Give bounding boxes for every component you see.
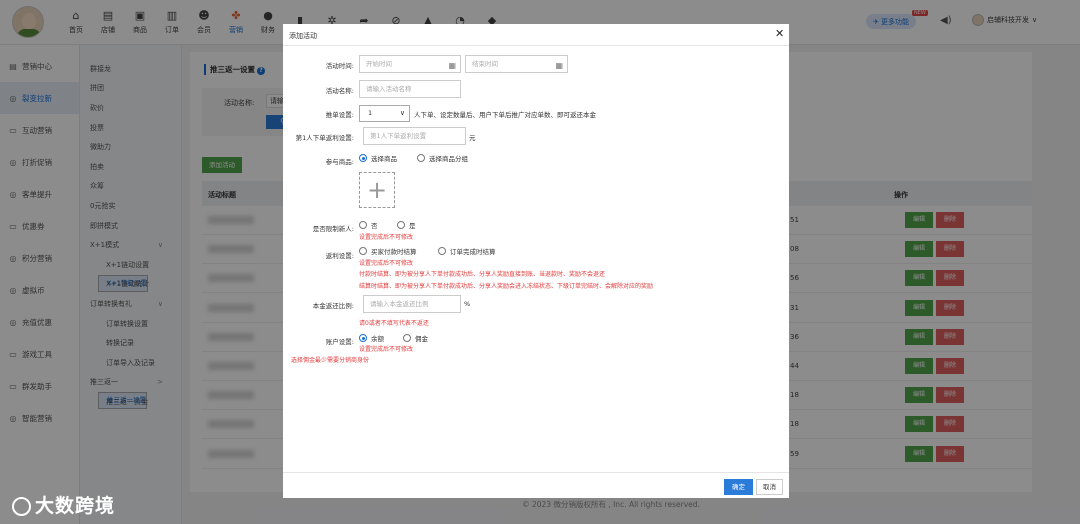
rebate-input[interactable]: 第1人下单返利设置 xyxy=(363,127,466,145)
settle-opt1-label: 买家付款时结算 xyxy=(371,248,417,256)
radio-off-icon xyxy=(438,247,446,255)
settle-label: 返利设置: xyxy=(325,252,354,260)
settle-pay-radio[interactable]: 买家付款时结算 xyxy=(359,246,417,256)
settle-note-complete: 结算时结算、即为被分享人下单付款成功后、分享人奖励会进入冻结状态、下级订单完结时… xyxy=(359,283,654,290)
ratio-unit: % xyxy=(464,300,471,308)
cancel-button[interactable]: 取消 xyxy=(756,479,783,495)
settle-note: 设置完成后不可修改 xyxy=(359,260,414,267)
account-note-commission: 选择佣金最少需要分销商身份 xyxy=(291,357,370,364)
limit-label: 是否限制新人: xyxy=(312,225,354,233)
chevron-down-icon: ∨ xyxy=(399,109,405,117)
limit-yes-label: 是 xyxy=(409,222,416,230)
goods-group-radio[interactable]: 选择商品分组 xyxy=(417,153,468,163)
modal-divider xyxy=(283,45,789,46)
rebate-unit: 元 xyxy=(469,134,476,142)
goods-label: 参与商品: xyxy=(325,158,354,166)
account-opt2-label: 佣金 xyxy=(415,335,428,343)
account-commission-radio[interactable]: 佣金 xyxy=(403,333,428,343)
settle-complete-radio[interactable]: 订单完成时结算 xyxy=(438,246,496,256)
ratio-label: 本金返还比例: xyxy=(312,302,354,310)
add-activity-modal: 添加活动 ✕ 活动时间: 开始时间 ▦ 结束时间 ▦ 活动名称: 请输入活动名称 推… xyxy=(283,24,789,498)
ratio-note: 请0或者不填写代表不返还 xyxy=(359,320,429,327)
goods-select-radio[interactable]: 选择商品 xyxy=(359,153,397,163)
start-time-input[interactable]: 开始时间 ▦ xyxy=(359,55,461,73)
account-balance-radio[interactable]: 余额 xyxy=(359,333,384,343)
end-time-placeholder: 结束时间 xyxy=(472,60,498,68)
activity-name-input[interactable]: 请输入活动名称 xyxy=(359,80,461,98)
account-note: 设置完成后不可修改 xyxy=(359,346,414,353)
calendar-icon: ▦ xyxy=(448,61,456,70)
watermark-text: 大数跨境 xyxy=(35,495,116,517)
goods-opt2-label: 选择商品分组 xyxy=(429,155,468,163)
plus-icon: + xyxy=(366,176,388,204)
radio-on-icon xyxy=(359,334,367,342)
calendar-icon: ▦ xyxy=(555,61,563,70)
account-label: 账户设置: xyxy=(325,338,354,346)
close-icon[interactable]: ✕ xyxy=(775,27,784,40)
settle-note-pay: 付款时结算、即为被分享人下单付款成功后、分享人奖励直接到账、当退款时、奖励不会退… xyxy=(359,271,606,278)
confirm-button[interactable]: 确定 xyxy=(724,479,753,495)
time-label: 活动时间: xyxy=(325,62,354,70)
radio-off-icon xyxy=(417,154,425,162)
account-opt1-label: 余额 xyxy=(371,335,384,343)
end-time-input[interactable]: 结束时间 ▦ xyxy=(465,55,568,73)
watermark-logo-icon xyxy=(12,497,31,516)
radio-off-icon xyxy=(397,221,405,229)
push-count-value: 1 xyxy=(368,109,373,117)
radio-on-icon xyxy=(359,154,367,162)
goods-opt1-label: 选择商品 xyxy=(371,155,397,163)
add-goods-button[interactable]: + xyxy=(359,172,395,208)
start-time-placeholder: 开始时间 xyxy=(366,60,392,68)
limit-note: 设置完成后不可修改 xyxy=(359,234,414,241)
limit-no-radio[interactable]: 否 xyxy=(359,220,378,230)
radio-off-icon xyxy=(359,221,367,229)
ratio-input[interactable]: 请输入本金返还比例 xyxy=(363,295,461,313)
limit-no-label: 否 xyxy=(371,222,378,230)
push-hint: 人下单、设定数量后、用户下单后推广对应单数、即可返还本金 xyxy=(414,111,596,119)
rebate-label: 第1人下单返利设置: xyxy=(295,134,354,142)
name-label: 活动名称: xyxy=(325,87,354,95)
limit-yes-radio[interactable]: 是 xyxy=(397,220,416,230)
modal-title: 添加活动 xyxy=(289,32,317,40)
settle-opt2-label: 订单完成时结算 xyxy=(450,248,496,256)
radio-off-icon xyxy=(359,247,367,255)
modal-footer-divider xyxy=(283,472,789,473)
watermark: 大数跨境 xyxy=(12,491,115,518)
push-label: 推单设置: xyxy=(325,111,354,119)
push-count-select[interactable]: 1 ∨ xyxy=(359,105,410,122)
radio-off-icon xyxy=(403,334,411,342)
